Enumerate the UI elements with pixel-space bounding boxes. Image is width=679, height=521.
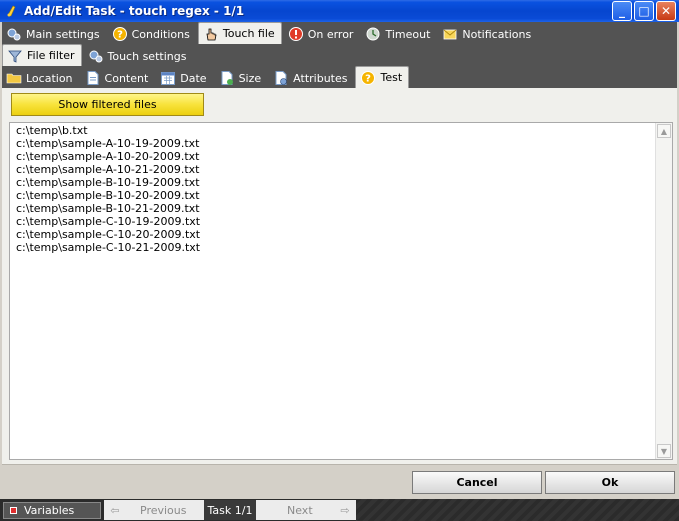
list-item[interactable]: c:\temp\sample-B-10-21-2009.txt (16, 202, 200, 215)
next-arrow-icon[interactable]: ⇨ (338, 502, 352, 518)
tab-label: Date (180, 71, 207, 85)
task-counter: Task 1/1 (204, 500, 256, 520)
list-item[interactable]: c:\temp\sample-C-10-21-2009.txt (16, 241, 200, 254)
clock-icon (365, 26, 381, 42)
tab-label: Size (238, 71, 262, 85)
tab-touch-settings[interactable]: Touch settings (84, 46, 193, 66)
list-item[interactable]: c:\temp\sample-B-10-20-2009.txt (16, 189, 200, 202)
scroll-up-icon[interactable]: ▲ (657, 124, 671, 138)
question-icon: ? (112, 26, 128, 42)
window-title: Add/Edit Task - touch regex - 1/1 (24, 4, 245, 18)
tab-location[interactable]: Location (2, 68, 79, 88)
list-item[interactable]: c:\temp\sample-C-10-20-2009.txt (16, 228, 200, 241)
close-button[interactable]: ✕ (656, 1, 676, 21)
tab-notifications[interactable]: Notifications (438, 24, 537, 44)
document-icon (85, 70, 101, 86)
test-panel: Show filtered files c:\temp\b.txt c:\temp… (2, 88, 677, 464)
tab-label: Test (380, 71, 403, 84)
show-filtered-files-button[interactable]: Show filtered files (11, 93, 204, 116)
tab-conditions[interactable]: ? Conditions (108, 24, 196, 44)
file-list: c:\temp\b.txt c:\temp\sample-A-10-19-2009… (16, 124, 200, 254)
minimize-icon: _ (619, 4, 625, 18)
tab-label: Main settings (26, 27, 100, 41)
ok-button[interactable]: Ok (545, 471, 675, 494)
filtered-files-list[interactable]: c:\temp\b.txt c:\temp\sample-A-10-19-2009… (9, 122, 673, 460)
tab-timeout[interactable]: Timeout (361, 24, 436, 44)
tab-test[interactable]: ? Test (355, 66, 410, 88)
list-item[interactable]: c:\temp\sample-A-10-21-2009.txt (16, 163, 200, 176)
error-icon (288, 26, 304, 42)
question-icon: ? (360, 70, 376, 86)
tab-label: On error (307, 27, 354, 41)
list-item[interactable]: c:\temp\sample-A-10-20-2009.txt (16, 150, 200, 163)
tab-attributes[interactable]: Attributes (269, 68, 353, 88)
previous-arrow-icon[interactable]: ⇦ (108, 502, 122, 518)
gears-icon (88, 48, 104, 64)
tab-label: Timeout (385, 27, 431, 41)
tab-label: Attributes (293, 71, 348, 85)
envelope-icon (442, 26, 458, 42)
tab-date[interactable]: Date (156, 68, 212, 88)
list-item[interactable]: c:\temp\sample-A-10-19-2009.txt (16, 137, 200, 150)
tab-label: File filter (27, 49, 75, 62)
task-navigator: ⇦ Previous Task 1/1 Next ⇨ (104, 500, 356, 520)
main-tab-bar: Main settings ? Conditions Touch file On… (2, 22, 677, 44)
filter-icon (7, 48, 23, 64)
gears-icon (6, 26, 22, 42)
svg-text:?: ? (117, 30, 123, 41)
previous-button[interactable]: Previous (140, 502, 187, 518)
status-bar-filler (356, 499, 679, 521)
vertical-scrollbar[interactable]: ▲ ▼ (655, 123, 672, 459)
tab-main-settings[interactable]: Main settings (2, 24, 106, 44)
cancel-button[interactable]: Cancel (412, 471, 542, 494)
tab-file-filter[interactable]: File filter (2, 44, 82, 66)
variables-icon (10, 507, 17, 514)
tab-size[interactable]: Size (215, 68, 268, 88)
list-item[interactable]: c:\temp\b.txt (16, 124, 200, 137)
tab-content[interactable]: Content (81, 68, 155, 88)
filter-tab-bar: Location Content Date Size Attributes ? … (2, 66, 677, 88)
tab-label: Touch file (222, 27, 275, 40)
status-bar: Variables ⇦ Previous Task 1/1 Next ⇨ (0, 499, 679, 521)
close-icon: ✕ (660, 4, 672, 18)
tab-label: Content (104, 71, 149, 85)
calendar-icon (160, 70, 176, 86)
scroll-down-icon[interactable]: ▼ (657, 444, 671, 458)
minimize-button[interactable]: _ (612, 1, 632, 21)
attributes-icon (273, 70, 289, 86)
svg-text:?: ? (366, 73, 372, 84)
sub-tab-bar: File filter Touch settings (2, 44, 677, 66)
tab-label: Notifications (462, 27, 532, 41)
hand-icon (203, 26, 219, 42)
tab-touch-file[interactable]: Touch file (197, 22, 282, 44)
app-icon (7, 5, 16, 17)
size-icon (219, 70, 235, 86)
maximize-button[interactable]: □ (634, 1, 654, 21)
dialog-button-area: Cancel Ok (2, 464, 677, 496)
tab-on-error[interactable]: On error (284, 24, 360, 44)
tab-label: Conditions (131, 27, 190, 41)
variables-button[interactable]: Variables (3, 502, 101, 519)
next-button[interactable]: Next (287, 502, 313, 518)
maximize-icon: □ (638, 4, 650, 18)
tab-label: Location (26, 71, 73, 85)
folder-icon (6, 70, 22, 86)
title-bar: Add/Edit Task - touch regex - 1/1 _ □ ✕ (0, 0, 679, 22)
list-item[interactable]: c:\temp\sample-B-10-19-2009.txt (16, 176, 200, 189)
list-item[interactable]: c:\temp\sample-C-10-19-2009.txt (16, 215, 200, 228)
tab-label: Touch settings (107, 49, 187, 63)
variables-label: Variables (24, 504, 75, 517)
